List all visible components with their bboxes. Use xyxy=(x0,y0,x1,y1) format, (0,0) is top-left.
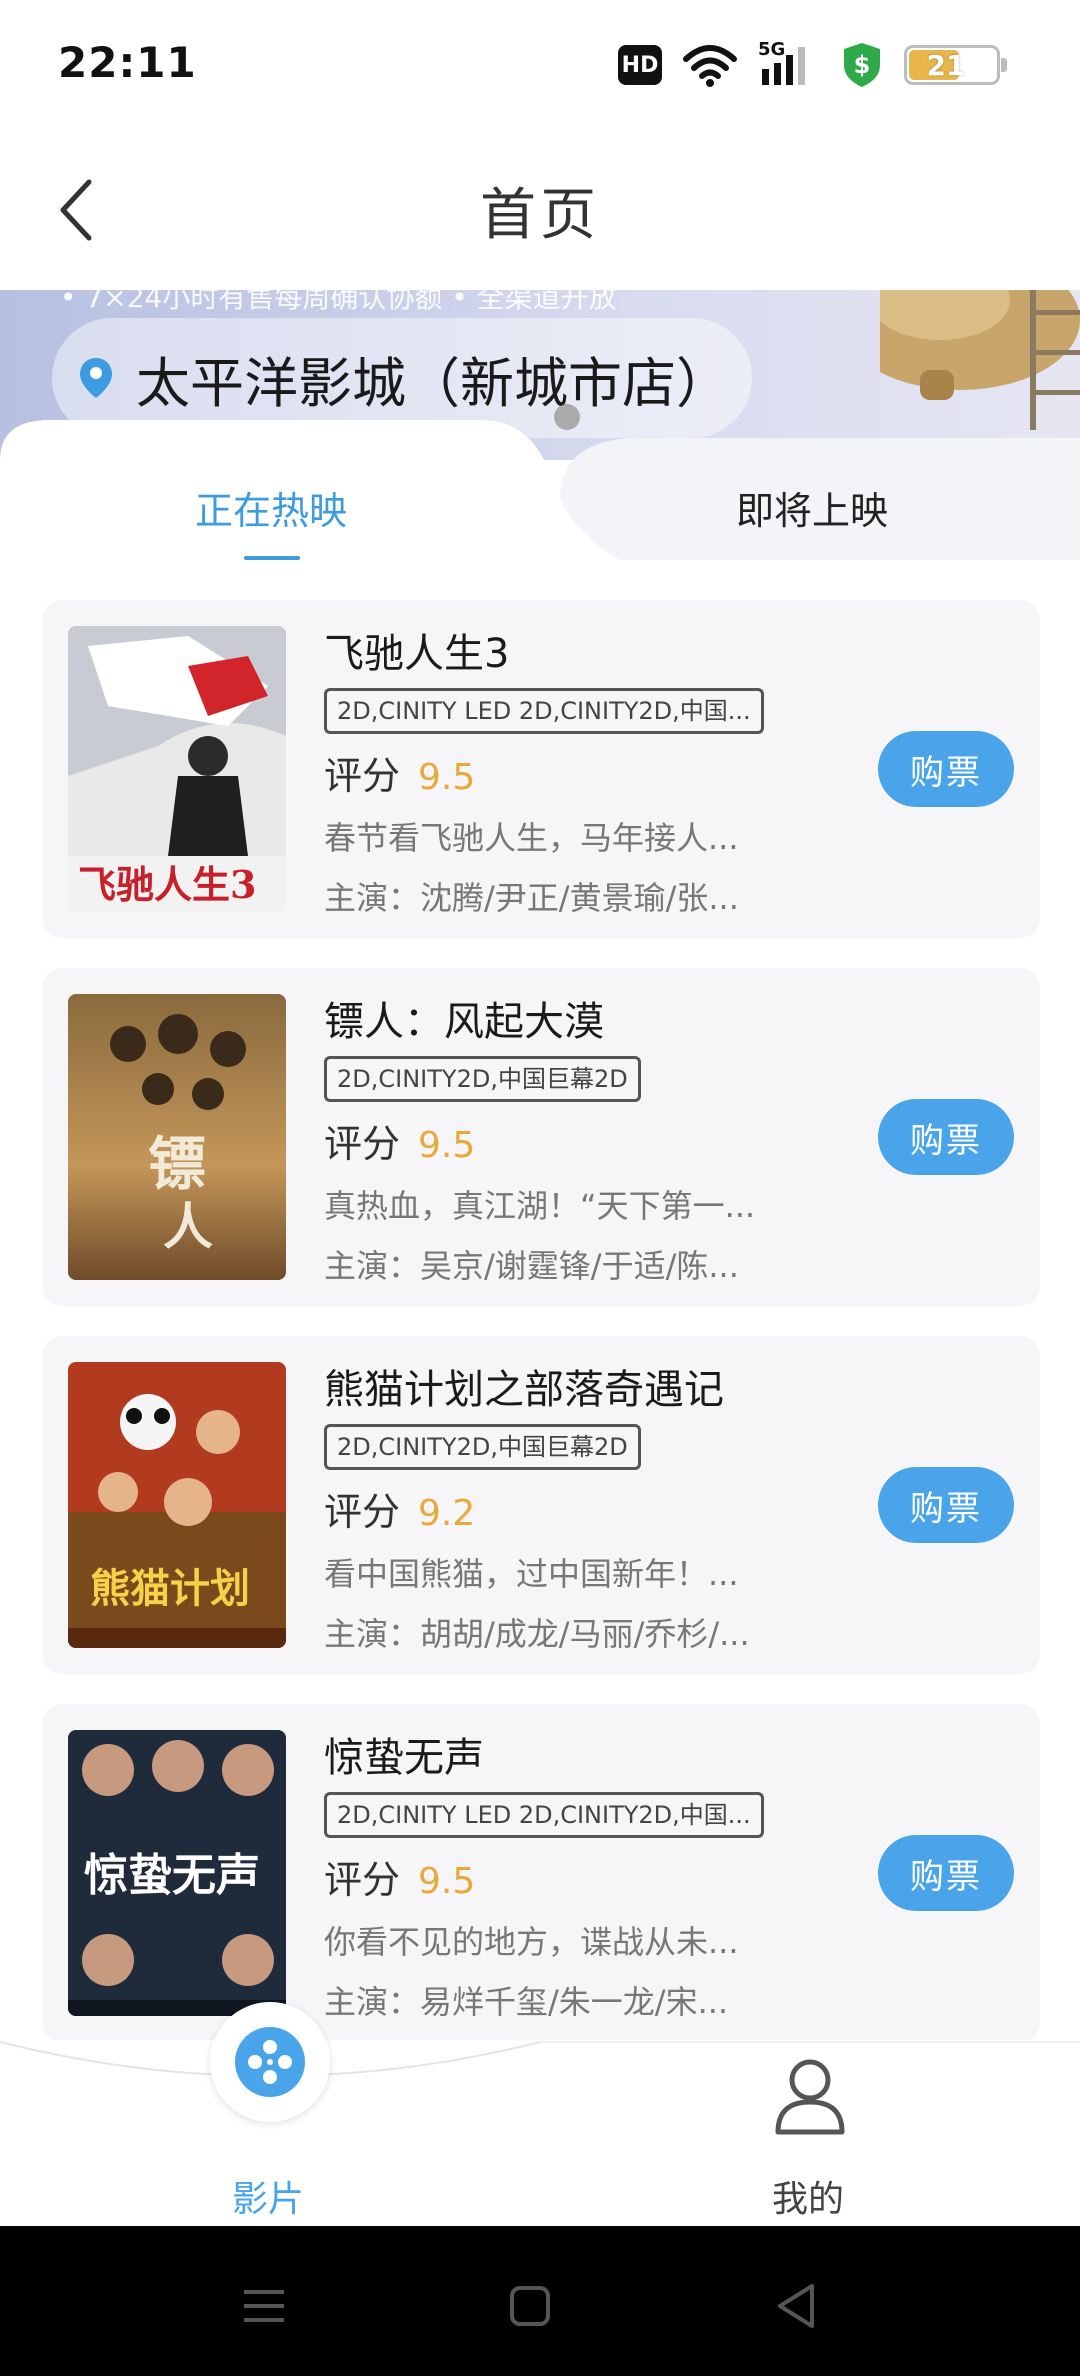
movie-card[interactable]: 镖 人 镖人：风起大漠 2D,CINITY2D,中国巨幕2D 评分 9.5 真热血… xyxy=(42,968,1040,1306)
rating-label: 评分 xyxy=(324,1490,401,1534)
nav-movies-label[interactable]: 影片 xyxy=(232,2170,304,2222)
bottom-nav: 影片 我的 xyxy=(0,2002,1080,2226)
svg-text:$: $ xyxy=(854,51,871,79)
svg-text:人: 人 xyxy=(163,1197,213,1256)
app-header: 首页 xyxy=(0,130,1080,290)
system-back-button[interactable] xyxy=(766,2276,826,2336)
movie-cast: 主演：易烊千玺/朱一龙/宋... xyxy=(324,1983,729,2021)
movie-title: 熊猫计划之部落奇遇记 xyxy=(324,1367,724,1413)
page-title: 首页 xyxy=(480,183,600,248)
movie-title: 镖人：风起大漠 xyxy=(324,999,604,1045)
menu-icon xyxy=(244,2290,284,2322)
hd-icon: HD xyxy=(618,45,662,85)
buy-ticket-button[interactable]: 购票 xyxy=(878,1835,1014,1911)
movie-cast: 主演：沈腾/尹正/黄景瑜/张... xyxy=(324,879,739,917)
movie-rating: 评分 9.5 xyxy=(324,1116,794,1172)
back-triangle-icon xyxy=(778,2284,814,2328)
rating-label: 评分 xyxy=(324,1122,401,1166)
nav-curve xyxy=(0,2041,1080,2077)
movie-info: 飞驰人生3 2D,CINITY LED 2D,CINITY2D,中国... 评分… xyxy=(324,628,794,926)
rating-value: 9.2 xyxy=(418,1493,476,1534)
home-button[interactable] xyxy=(500,2276,560,2336)
nav-mine-label[interactable]: 我的 xyxy=(772,2170,844,2222)
movie-card[interactable]: 飞驰人生3 飞驰人生3 2D,CINITY LED 2D,CINITY2D,中国… xyxy=(42,600,1040,938)
movie-title: 飞驰人生3 xyxy=(324,631,510,677)
rating-value: 9.5 xyxy=(418,1125,476,1166)
location-pin-icon xyxy=(80,358,112,398)
movie-description: 春节看飞驰人生，马年接人... xyxy=(324,819,739,857)
movie-description: 你看不见的地方，谍战从未... xyxy=(324,1923,739,1961)
signal-5g-icon: 5G xyxy=(758,39,820,87)
movie-formats: 2D,CINITY2D,中国巨幕2D xyxy=(324,1056,641,1102)
battery-icon: 21 xyxy=(904,45,1007,85)
tab-bar: 正在热映 即将上映 xyxy=(0,410,1080,590)
wifi-icon xyxy=(683,45,737,87)
movie-formats: 2D,CINITY LED 2D,CINITY2D,中国... xyxy=(324,1792,764,1838)
user-icon xyxy=(775,2059,845,2135)
movie-rating: 评分 9.2 xyxy=(324,1484,794,1540)
buy-ticket-button[interactable]: 购票 xyxy=(878,1099,1014,1175)
buy-ticket-button[interactable]: 购票 xyxy=(878,1467,1014,1543)
system-navigation-bar xyxy=(0,2226,1080,2376)
rating-label: 评分 xyxy=(324,754,401,798)
nav-movies-button[interactable] xyxy=(210,2002,330,2122)
movie-rating: 评分 9.5 xyxy=(324,748,794,804)
movie-description: 真热血，真江湖！“天下第一... xyxy=(324,1187,756,1225)
movie-cast: 主演：吴京/谢霆锋/于适/陈... xyxy=(324,1247,739,1285)
tab-coming-soon[interactable]: 即将上映 xyxy=(736,480,888,535)
movie-poster[interactable]: 镖 人 xyxy=(68,994,286,1280)
movie-formats: 2D,CINITY LED 2D,CINITY2D,中国... xyxy=(324,688,764,734)
tab-active-indicator xyxy=(244,556,300,560)
tab-background xyxy=(0,420,1080,590)
status-icons: HD 5G $ 21 xyxy=(618,39,1007,90)
rating-value: 9.5 xyxy=(418,1861,476,1902)
movie-description: 看中国熊猫，过中国新年！... xyxy=(324,1555,739,1593)
movie-info: 熊猫计划之部落奇遇记 2D,CINITY2D,中国巨幕2D 评分 9.2 看中国熊… xyxy=(324,1364,794,1662)
status-time: 22:11 xyxy=(58,38,197,87)
movie-poster[interactable]: 惊蛰无声 xyxy=(68,1730,286,2016)
svg-text:熊猫计划: 熊猫计划 xyxy=(90,1565,250,1612)
movie-title: 惊蛰无声 xyxy=(324,1735,484,1781)
svg-text:飞驰人生3: 飞驰人生3 xyxy=(78,862,256,907)
shield-dollar-icon: $ xyxy=(844,43,880,87)
rating-label: 评分 xyxy=(324,1858,401,1902)
cinema-name: 太平洋影城（新城市店） xyxy=(136,351,730,415)
movie-cast: 主演：胡胡/成龙/马丽/乔杉/... xyxy=(324,1615,750,1653)
banner-promo-text: • 7×24小时有售每周确认协额 • 全渠道开放 xyxy=(60,290,617,314)
movie-card[interactable]: 熊猫计划 熊猫计划之部落奇遇记 2D,CINITY2D,中国巨幕2D 评分 9.2… xyxy=(42,1336,1040,1674)
home-square-icon xyxy=(510,2286,550,2326)
movie-card[interactable]: 惊蛰无声 惊蛰无声 2D,CINITY LED 2D,CINITY2D,中国..… xyxy=(42,1704,1040,2040)
film-reel-icon xyxy=(235,2027,305,2097)
menu-button[interactable] xyxy=(234,2276,294,2336)
tab-now-showing[interactable]: 正在热映 xyxy=(195,480,347,535)
movie-info: 惊蛰无声 2D,CINITY LED 2D,CINITY2D,中国... 评分 9… xyxy=(324,1732,794,2030)
svg-text:惊蛰无声: 惊蛰无声 xyxy=(84,1850,260,1901)
buy-ticket-button[interactable]: 购票 xyxy=(878,731,1014,807)
piggy-bank-illustration xyxy=(880,290,1080,430)
status-bar: 22:11 HD 5G $ 21 xyxy=(0,0,1080,130)
movie-list[interactable]: 飞驰人生3 飞驰人生3 2D,CINITY LED 2D,CINITY2D,中国… xyxy=(0,590,1080,2040)
movie-info: 镖人：风起大漠 2D,CINITY2D,中国巨幕2D 评分 9.5 真热血，真江湖… xyxy=(324,996,794,1294)
rating-value: 9.5 xyxy=(418,757,476,798)
svg-text:镖: 镖 xyxy=(148,1130,206,1198)
movie-poster[interactable]: 熊猫计划 xyxy=(68,1362,286,1648)
movie-formats: 2D,CINITY2D,中国巨幕2D xyxy=(324,1424,641,1470)
movie-poster[interactable]: 飞驰人生3 xyxy=(68,626,286,912)
movie-rating: 评分 9.5 xyxy=(324,1852,794,1908)
